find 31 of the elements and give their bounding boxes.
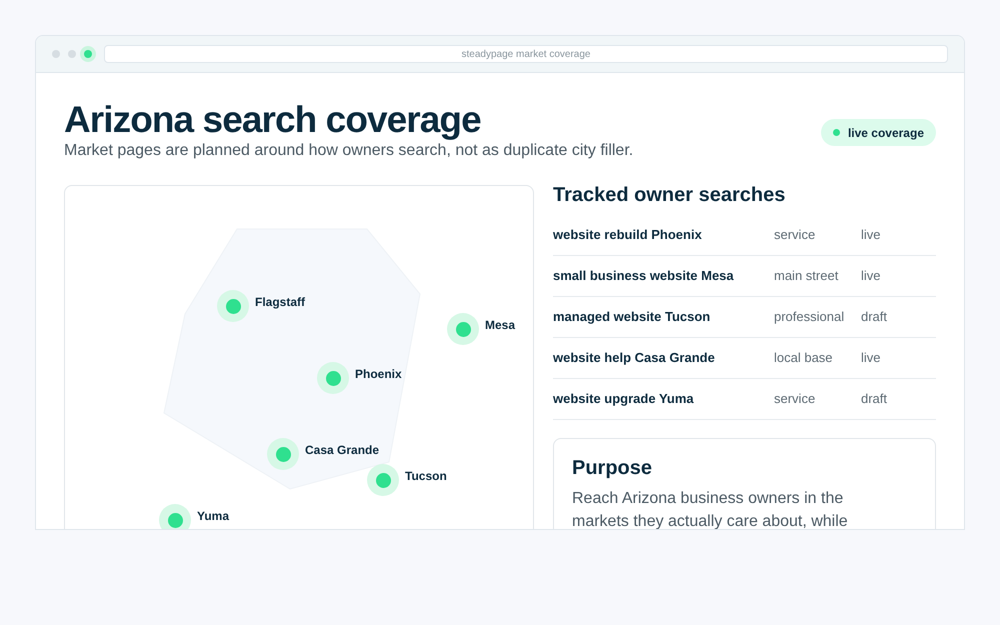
status-label: draft — [861, 308, 888, 326]
segment-label: service — [774, 390, 816, 408]
map-pin-icon[interactable] — [447, 313, 479, 345]
segment-label: professional — [774, 308, 846, 326]
city-label: Mesa — [485, 317, 516, 334]
segment-label: local base — [774, 349, 834, 368]
city-label: Flagstaff — [255, 294, 306, 311]
page-subtitle: Market pages are planned around how owners search, not as duplicate city filler. — [64, 141, 634, 161]
status-label: live — [861, 226, 881, 244]
status-label: live — [861, 349, 881, 368]
map-pin-icon[interactable] — [367, 464, 399, 496]
purpose-text: Reach Arizona business owners in the markets they actually care about, while — [572, 489, 849, 529]
badge-label: live coverage — [848, 124, 924, 142]
address-bar[interactable]: steadypage market coverage — [104, 45, 948, 63]
city-label: Yuma — [197, 508, 230, 525]
search-query: website help Casa Grande — [553, 349, 716, 368]
search-query: website rebuild Phoenix — [553, 226, 703, 244]
map-pin-icon[interactable] — [159, 504, 191, 529]
search-query: small business website Mesa — [553, 267, 735, 286]
segment-label: main street — [774, 267, 840, 286]
page-title: Arizona search coverage — [64, 99, 482, 141]
search-query: managed website Tucson — [553, 308, 712, 326]
status-label: draft — [861, 390, 888, 408]
section-title: Tracked owner searches — [553, 183, 786, 207]
city-label: Phoenix — [355, 366, 402, 383]
purpose-title: Purpose — [572, 456, 654, 480]
city-label: Tucson — [405, 468, 447, 485]
search-query: website upgrade Yuma — [553, 390, 695, 408]
status-label: live — [861, 267, 881, 286]
segment-label: service — [774, 226, 816, 244]
city-label: Casa Grande — [305, 442, 380, 459]
